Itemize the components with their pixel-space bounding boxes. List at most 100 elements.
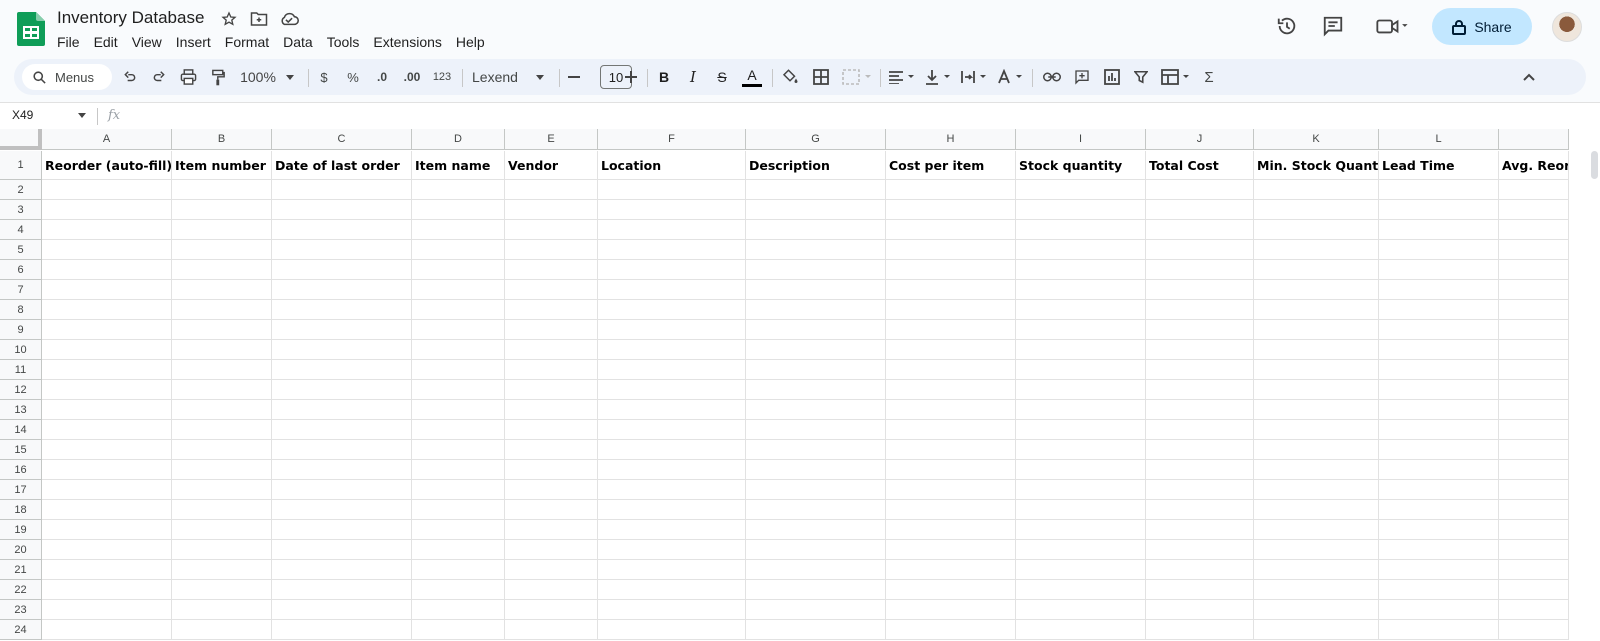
cell[interactable] (886, 560, 1016, 580)
header-cell[interactable]: Lead Time (1379, 151, 1499, 180)
cell[interactable] (1379, 600, 1499, 620)
cell[interactable] (886, 220, 1016, 240)
cell[interactable] (172, 180, 272, 200)
cell[interactable] (598, 280, 746, 300)
cell[interactable] (1146, 540, 1254, 560)
text-wrapping-icon[interactable] (958, 59, 990, 95)
name-box-caret-icon[interactable] (78, 113, 86, 118)
row-header[interactable]: 8 (0, 300, 42, 320)
cell[interactable] (42, 600, 172, 620)
cell[interactable] (1016, 340, 1146, 360)
cell[interactable] (598, 400, 746, 420)
cell[interactable] (1499, 340, 1569, 360)
cell[interactable] (172, 580, 272, 600)
cell[interactable] (1146, 460, 1254, 480)
column-header[interactable]: I (1016, 129, 1146, 150)
cell[interactable] (1379, 520, 1499, 540)
cell[interactable] (412, 460, 505, 480)
cell[interactable] (886, 440, 1016, 460)
cell[interactable] (1379, 340, 1499, 360)
cell[interactable] (1499, 360, 1569, 380)
row-header[interactable]: 21 (0, 560, 42, 580)
cell[interactable] (746, 420, 886, 440)
cell[interactable] (1146, 480, 1254, 500)
cell[interactable] (1379, 320, 1499, 340)
cell[interactable] (1499, 320, 1569, 340)
cell[interactable] (1146, 400, 1254, 420)
column-header[interactable]: G (746, 129, 886, 150)
cell[interactable] (412, 280, 505, 300)
cell[interactable] (1499, 500, 1569, 520)
currency-format-button[interactable]: $ (316, 59, 332, 95)
cell[interactable] (42, 320, 172, 340)
cell[interactable] (746, 440, 886, 460)
cell[interactable] (272, 180, 412, 200)
cell[interactable] (1146, 200, 1254, 220)
cell[interactable] (1146, 260, 1254, 280)
cell[interactable] (172, 280, 272, 300)
cell[interactable] (1016, 260, 1146, 280)
cell[interactable] (1379, 620, 1499, 640)
row-header[interactable]: 6 (0, 260, 42, 280)
cell[interactable] (1254, 500, 1379, 520)
row-header[interactable]: 2 (0, 180, 42, 200)
comments-icon[interactable] (1321, 14, 1345, 38)
cell[interactable] (1254, 260, 1379, 280)
header-cell[interactable]: Reorder (auto-fill) (42, 151, 172, 180)
column-header[interactable]: L (1379, 129, 1499, 150)
cell[interactable] (272, 580, 412, 600)
cell[interactable] (1254, 340, 1379, 360)
cell[interactable] (42, 280, 172, 300)
cell[interactable] (746, 240, 886, 260)
cell[interactable] (746, 560, 886, 580)
cell[interactable] (886, 260, 1016, 280)
cell[interactable] (1499, 560, 1569, 580)
functions-button[interactable]: Σ (1199, 59, 1219, 95)
menu-tools[interactable]: Tools (320, 32, 367, 52)
cell[interactable] (505, 580, 598, 600)
cell[interactable] (1499, 540, 1569, 560)
cell[interactable] (272, 300, 412, 320)
spreadsheet-grid[interactable]: A B C D E F G H I J K L 1 Reorder (auto-fill) Item num… (0, 129, 1600, 641)
cell[interactable] (505, 560, 598, 580)
cell[interactable] (1146, 420, 1254, 440)
menu-insert[interactable]: Insert (169, 32, 218, 52)
cell[interactable] (172, 500, 272, 520)
cell[interactable] (42, 480, 172, 500)
cell[interactable] (886, 620, 1016, 640)
cell[interactable] (1379, 400, 1499, 420)
cell[interactable] (1254, 200, 1379, 220)
cell[interactable] (172, 400, 272, 420)
cell[interactable] (746, 480, 886, 500)
cell[interactable] (172, 540, 272, 560)
cell[interactable] (1016, 460, 1146, 480)
header-cell[interactable]: Vendor (505, 151, 598, 180)
cell[interactable] (886, 280, 1016, 300)
header-cell[interactable]: Item number (172, 151, 272, 180)
cell[interactable] (598, 360, 746, 380)
strikethrough-button[interactable]: S (712, 59, 732, 95)
header-cell[interactable]: Stock quantity (1016, 151, 1146, 180)
cell[interactable] (1254, 560, 1379, 580)
cell[interactable] (598, 240, 746, 260)
cell[interactable] (886, 580, 1016, 600)
cell[interactable] (272, 600, 412, 620)
cell[interactable] (598, 500, 746, 520)
cell[interactable] (172, 300, 272, 320)
cell[interactable] (272, 400, 412, 420)
bold-button[interactable]: B (654, 59, 674, 95)
cell[interactable] (1499, 480, 1569, 500)
cell[interactable] (746, 580, 886, 600)
cell[interactable] (272, 460, 412, 480)
cell[interactable] (42, 300, 172, 320)
cell[interactable] (505, 460, 598, 480)
cell[interactable] (598, 420, 746, 440)
cell[interactable] (42, 180, 172, 200)
cell[interactable] (1146, 560, 1254, 580)
cell[interactable] (172, 480, 272, 500)
header-cell[interactable]: Location (598, 151, 746, 180)
cell[interactable] (746, 360, 886, 380)
cell[interactable] (1146, 360, 1254, 380)
cell[interactable] (42, 460, 172, 480)
cell[interactable] (1379, 280, 1499, 300)
